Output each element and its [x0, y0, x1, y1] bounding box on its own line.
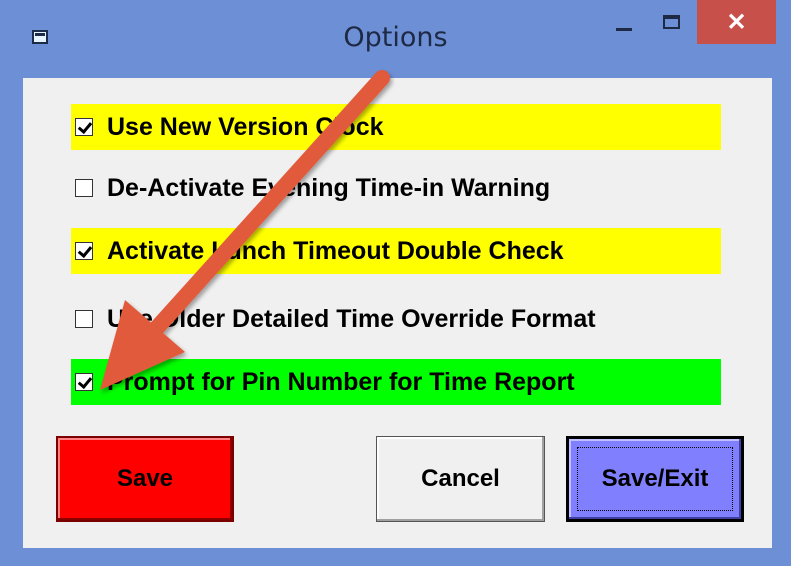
minimize-icon: [616, 27, 632, 31]
minimize-button[interactable]: [602, 0, 646, 44]
option-lunch-timeout-double-check[interactable]: Activate Lunch Timeout Double Check: [71, 228, 721, 274]
option-older-override-format[interactable]: Use Older Detailed Time Override Format: [71, 296, 721, 342]
options-window: Options ✕ Use New Version Clock De-Activ…: [0, 0, 791, 566]
save-button-label: Save: [116, 465, 174, 492]
save-exit-button[interactable]: Save/Exit: [566, 436, 744, 522]
save-button[interactable]: Save: [56, 436, 234, 522]
close-button[interactable]: ✕: [697, 0, 776, 44]
option-checkbox[interactable]: [75, 242, 93, 260]
maximize-button[interactable]: [648, 0, 694, 44]
option-prompt-pin-number[interactable]: Prompt for Pin Number for Time Report: [71, 359, 721, 405]
option-checkbox[interactable]: [75, 179, 93, 197]
maximize-icon: [662, 15, 680, 29]
option-label: Activate Lunch Timeout Double Check: [107, 236, 564, 265]
option-use-new-version-clock[interactable]: Use New Version Clock: [71, 104, 721, 150]
option-label: De-Activate Evening Time-in Warning: [107, 173, 551, 202]
option-label: Prompt for Pin Number for Time Report: [107, 367, 575, 396]
option-deactivate-evening-warning[interactable]: De-Activate Evening Time-in Warning: [71, 165, 721, 211]
option-label: Use Older Detailed Time Override Format: [107, 304, 596, 333]
option-checkbox[interactable]: [75, 373, 93, 391]
focus-rectangle: [577, 447, 733, 511]
cancel-button-label: Cancel: [421, 465, 500, 492]
option-label: Use New Version Clock: [107, 112, 384, 141]
options-panel: Use New Version Clock De-Activate Evenin…: [23, 78, 772, 548]
cancel-button[interactable]: Cancel: [376, 436, 545, 522]
close-icon: ✕: [726, 8, 747, 36]
option-checkbox[interactable]: [75, 310, 93, 328]
option-checkbox[interactable]: [75, 118, 93, 136]
title-bar[interactable]: Options ✕: [0, 0, 791, 78]
